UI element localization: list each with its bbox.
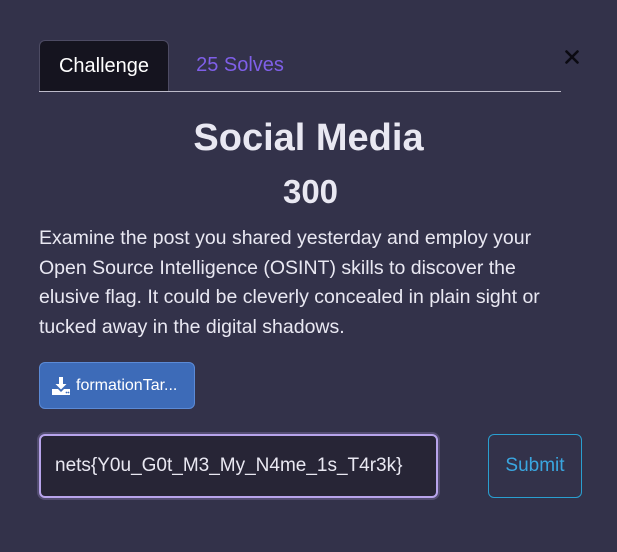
tab-challenge[interactable]: Challenge bbox=[39, 40, 169, 91]
close-button[interactable] bbox=[559, 44, 585, 70]
challenge-tabs: Challenge 25 Solves bbox=[39, 40, 561, 92]
challenge-points: 300 bbox=[282, 173, 339, 210]
tab-challenge-label: Challenge bbox=[58, 54, 150, 77]
download-file-button[interactable]: formationTar... bbox=[39, 362, 195, 409]
tab-solves[interactable]: 25 Solves bbox=[175, 40, 305, 91]
download-icon bbox=[51, 376, 71, 396]
submit-button[interactable]: Submit bbox=[488, 434, 582, 498]
challenge-modal: Challenge 25 Solves Social Media 300 Exa… bbox=[0, 0, 617, 552]
flag-input[interactable] bbox=[39, 434, 438, 498]
file-name: formationTar... bbox=[76, 376, 178, 394]
tab-solves-label: 25 Solves bbox=[196, 54, 284, 76]
challenge-description: Examine the post you shared yesterday an… bbox=[39, 227, 540, 339]
challenge-title: Social Media bbox=[193, 117, 424, 159]
close-icon bbox=[565, 50, 579, 64]
